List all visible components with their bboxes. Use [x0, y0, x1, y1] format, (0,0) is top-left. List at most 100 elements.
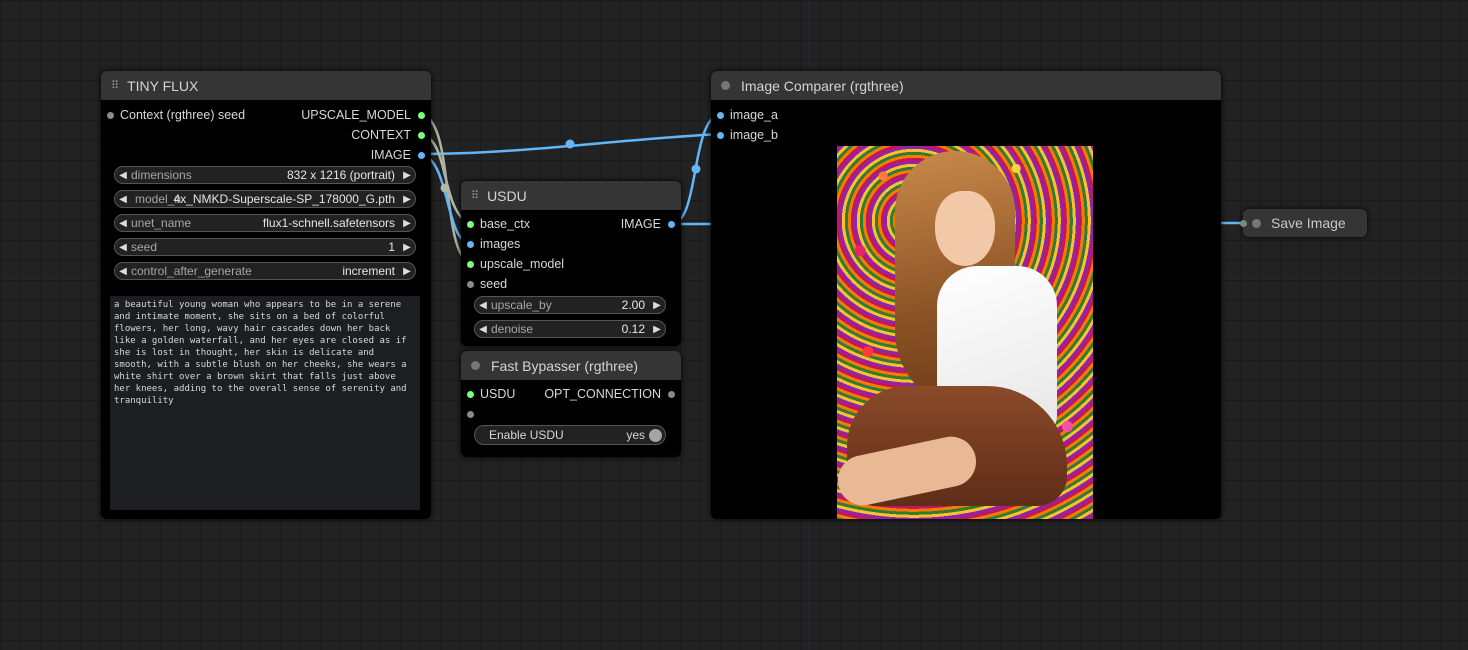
triangle-left-icon[interactable]: ◀ [115, 194, 131, 205]
input-slot-empty[interactable] [467, 404, 474, 424]
slot-dot [467, 410, 474, 418]
node-title: USDU [487, 187, 527, 204]
widget-value: 4x_NMKD-Superscale-SP_178000_G.pth [173, 192, 395, 206]
triangle-left-icon[interactable]: ◀ [475, 324, 491, 335]
slot-label: seed [480, 277, 508, 291]
toggle-knob [649, 428, 662, 442]
image-comparer-node[interactable]: Image Comparer (rgthree) image_a image_b [711, 71, 1221, 519]
slot-dot [668, 390, 675, 398]
slot-label: CONTEXT [351, 128, 411, 142]
widget-label: seed [131, 240, 158, 254]
triangle-right-icon[interactable]: ▶ [649, 324, 665, 335]
model-name-widget[interactable]: ◀ model_n 4x_NMKD-Superscale-SP_178000_G… [114, 190, 416, 208]
output-slot-upscale-model[interactable]: UPSCALE_MODEL [301, 105, 425, 125]
unet-name-widget[interactable]: ◀ unet_name flux1-schnell.safetensors ▶ [114, 214, 416, 232]
dimensions-widget[interactable]: ◀ dimensions 832 x 1216 (portrait) ▶ [114, 166, 416, 184]
slot-dot [107, 111, 114, 119]
widget-label: denoise [491, 322, 534, 336]
collapse-dot-icon[interactable] [471, 361, 480, 370]
input-slot-images[interactable]: images [467, 234, 520, 254]
widget-label: upscale_by [491, 298, 552, 312]
fast-bypasser-node[interactable]: Fast Bypasser (rgthree) USDU OPT_CONNECT… [461, 351, 681, 457]
slot-label: IMAGE [620, 217, 661, 231]
slot-dot [418, 131, 425, 139]
prompt-textarea[interactable]: a beautiful young woman who appears to b… [110, 296, 420, 510]
slot-label: OPT_CONNECTION [544, 387, 661, 401]
slot-dot [418, 151, 425, 159]
slot-dot [717, 131, 724, 139]
output-slot-image[interactable]: IMAGE [621, 214, 675, 234]
node-title: Image Comparer (rgthree) [741, 77, 904, 94]
seed-widget[interactable]: ◀ seed 1 ▶ [114, 238, 416, 256]
slot-label: Context (rgthree) seed [120, 108, 246, 122]
toggle-value: yes [626, 428, 645, 442]
usdu-node[interactable]: ⠿ USDU base_ctx images upscale_model see… [461, 181, 681, 346]
fast-bypasser-header[interactable]: Fast Bypasser (rgthree) [461, 351, 681, 380]
slot-label: images [480, 237, 521, 251]
upscale-by-widget[interactable]: ◀ upscale_by 2.00 ▶ [474, 296, 666, 314]
slot-label: upscale_model [480, 257, 565, 271]
widget-value: flux1-schnell.safetensors [262, 216, 395, 230]
link-image-to-comparer [420, 132, 721, 156]
grip-dots-icon: ⠿ [111, 80, 119, 92]
widget-value: increment [342, 264, 395, 278]
input-slot-seed[interactable]: seed [467, 274, 507, 294]
triangle-right-icon[interactable]: ▶ [649, 300, 665, 311]
link-midpoint [565, 139, 575, 149]
output-slot-opt-connection[interactable]: OPT_CONNECTION [544, 384, 675, 404]
node-title: Save Image [1271, 215, 1346, 231]
slot-label: base_ctx [480, 217, 531, 231]
node-title: TINY FLUX [127, 77, 199, 94]
widget-label: control_after_generate [131, 264, 252, 278]
link-midpoint [691, 164, 701, 174]
triangle-left-icon[interactable]: ◀ [475, 300, 491, 311]
collapse-dot-icon[interactable] [721, 81, 730, 90]
collapse-dot-icon[interactable] [1252, 218, 1261, 228]
triangle-right-icon[interactable]: ▶ [399, 218, 415, 229]
image-comparer-header[interactable]: Image Comparer (rgthree) [711, 71, 1221, 100]
triangle-right-icon[interactable]: ▶ [399, 242, 415, 253]
triangle-left-icon[interactable]: ◀ [115, 218, 131, 229]
usdu-header[interactable]: ⠿ USDU [461, 181, 681, 210]
triangle-right-icon[interactable]: ▶ [399, 266, 415, 277]
comparison-preview-image[interactable] [837, 146, 1093, 519]
triangle-left-icon[interactable]: ◀ [115, 266, 131, 277]
slot-dot [717, 111, 724, 119]
triangle-left-icon[interactable]: ◀ [115, 170, 131, 181]
slot-dot [467, 240, 474, 248]
slot-label: image_a [730, 108, 778, 122]
output-slot-context[interactable]: CONTEXT [351, 125, 425, 145]
widget-value: 0.12 [621, 322, 645, 336]
enable-usdu-toggle[interactable]: Enable USDU yes [474, 425, 666, 445]
slot-dot [467, 220, 474, 228]
input-slot-base-ctx[interactable]: base_ctx [467, 214, 530, 234]
triangle-right-icon[interactable]: ▶ [399, 194, 415, 205]
input-slot-usdu[interactable]: USDU [467, 384, 515, 404]
tiny-flux-header[interactable]: ⠿ TINY FLUX [101, 71, 431, 100]
input-slot-image-b[interactable]: image_b [717, 125, 778, 145]
tiny-flux-node[interactable]: ⠿ TINY FLUX Context (rgthree) seed UPSCA… [101, 71, 431, 519]
input-slot-upscale-model[interactable]: upscale_model [467, 254, 564, 274]
slot-label: USDU [480, 387, 516, 401]
slot-dot [467, 280, 474, 288]
widget-label: dimensions [131, 168, 192, 182]
denoise-widget[interactable]: ◀ denoise 0.12 ▶ [474, 320, 666, 338]
input-slot-dot[interactable] [1240, 219, 1247, 227]
slot-dot [418, 111, 425, 119]
widget-value: 2.00 [621, 298, 645, 312]
triangle-right-icon[interactable]: ▶ [399, 170, 415, 181]
slot-label: UPSCALE_MODEL [301, 108, 411, 122]
widget-label: unet_name [131, 216, 192, 230]
toggle-label: Enable USDU [489, 428, 564, 442]
slot-dot [467, 390, 474, 398]
node-title: Fast Bypasser (rgthree) [491, 357, 639, 374]
save-image-node[interactable]: Save Image [1240, 209, 1367, 237]
slot-label: IMAGE [370, 148, 411, 162]
output-slot-image[interactable]: IMAGE [371, 145, 425, 165]
input-slot-image-a[interactable]: image_a [717, 105, 778, 125]
input-slot-context[interactable]: Context (rgthree) seed [107, 105, 245, 125]
slot-label: image_b [730, 128, 778, 142]
triangle-left-icon[interactable]: ◀ [115, 242, 131, 253]
control-after-generate-widget[interactable]: ◀ control_after_generate increment ▶ [114, 262, 416, 280]
widget-value: 1 [388, 240, 395, 254]
